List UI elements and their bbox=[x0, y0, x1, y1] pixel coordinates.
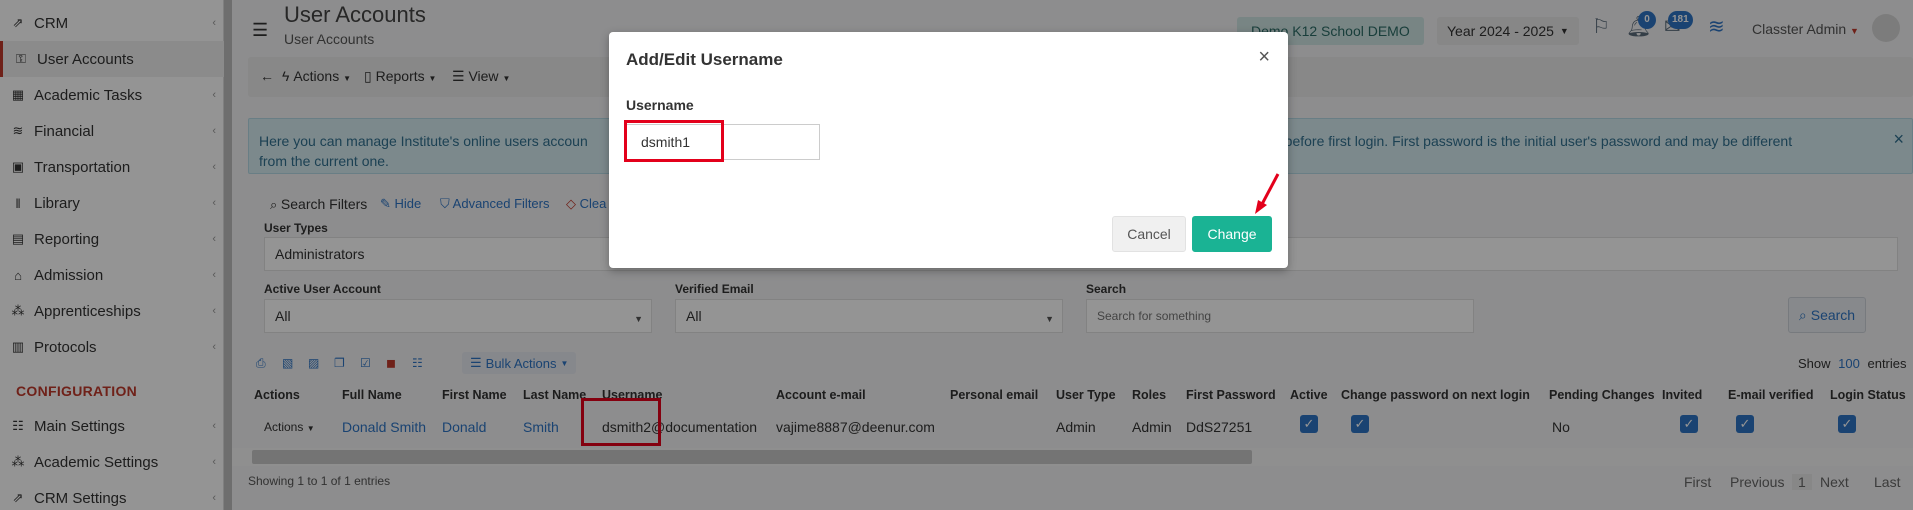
edit-username-modal: Add/Edit Username × Username Cancel Chan… bbox=[609, 32, 1288, 268]
close-icon[interactable]: × bbox=[1258, 46, 1270, 69]
username-input-highlight bbox=[624, 120, 724, 162]
arrow-annotation-icon bbox=[1255, 173, 1280, 214]
cancel-button[interactable]: Cancel bbox=[1112, 216, 1186, 252]
modal-title: Add/Edit Username bbox=[626, 50, 783, 69]
username-label: Username bbox=[626, 97, 694, 113]
change-button[interactable]: Change bbox=[1192, 216, 1272, 252]
